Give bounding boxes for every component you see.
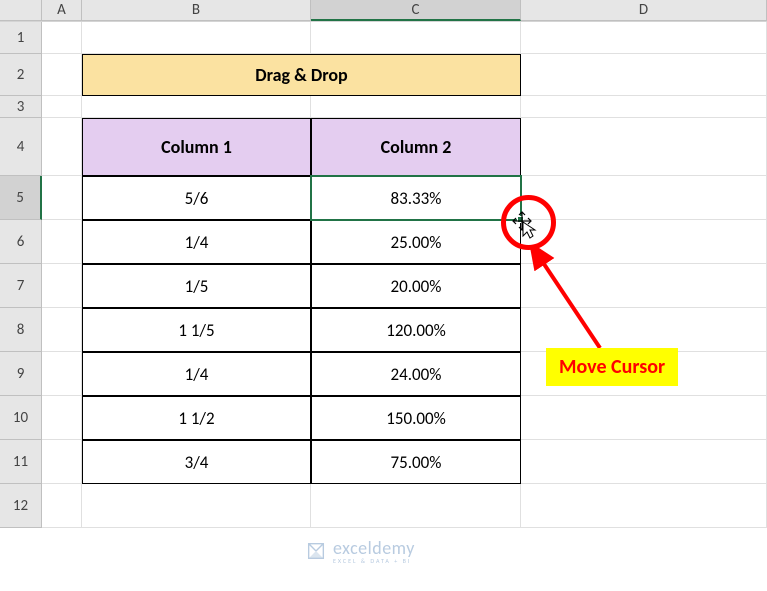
cell-D7[interactable] <box>521 264 767 308</box>
row-header-8[interactable]: 8 <box>0 308 42 352</box>
row-header-9[interactable]: 9 <box>0 352 42 396</box>
cell-D1[interactable] <box>521 22 767 54</box>
cell-D9[interactable] <box>521 352 767 396</box>
row-header-11[interactable]: 11 <box>0 440 42 484</box>
col-header-D[interactable]: D <box>521 0 767 21</box>
cell-B5[interactable]: 5/6 <box>82 176 311 220</box>
cell-A1[interactable] <box>42 22 82 54</box>
select-all-corner[interactable] <box>0 0 42 21</box>
cell-B1[interactable] <box>82 22 311 54</box>
row-header-2[interactable]: 2 <box>0 54 42 96</box>
cell-B12[interactable] <box>82 484 311 528</box>
fill-handle[interactable] <box>517 216 524 223</box>
cell-A12[interactable] <box>42 484 82 528</box>
cell-D6[interactable] <box>521 220 767 264</box>
cell-B6[interactable]: 1/4 <box>82 220 311 264</box>
row-header-6[interactable]: 6 <box>0 220 42 264</box>
cell-A4[interactable] <box>42 118 82 176</box>
col-header-A[interactable]: A <box>42 0 82 21</box>
row-header-12[interactable]: 12 <box>0 484 42 528</box>
cell-C1[interactable] <box>311 22 521 54</box>
cell-D11[interactable] <box>521 440 767 484</box>
row-header-10[interactable]: 10 <box>0 396 42 440</box>
cell-D5[interactable] <box>521 176 767 220</box>
cell-D2[interactable] <box>521 54 767 96</box>
spreadsheet-grid: A B C D 1 2 Drag & Drop 3 <box>0 0 767 591</box>
col-header-C[interactable]: C <box>311 0 521 21</box>
cell-A10[interactable] <box>42 396 82 440</box>
cell-C3[interactable] <box>311 96 521 118</box>
cell-A8[interactable] <box>42 308 82 352</box>
row-header-5[interactable]: 5 <box>0 176 42 220</box>
row-header-1[interactable]: 1 <box>0 22 42 54</box>
cell-D10[interactable] <box>521 396 767 440</box>
cell-D4[interactable] <box>521 118 767 176</box>
cell-C7[interactable]: 20.00% <box>311 264 521 308</box>
cell-A9[interactable] <box>42 352 82 396</box>
cell-D8[interactable] <box>521 308 767 352</box>
row-header-4[interactable]: 4 <box>0 118 42 176</box>
cell-D12[interactable] <box>521 484 767 528</box>
row-header-3[interactable]: 3 <box>0 96 42 118</box>
cell-A7[interactable] <box>42 264 82 308</box>
title-cell[interactable]: Drag & Drop <box>82 54 521 96</box>
cell-C12[interactable] <box>311 484 521 528</box>
row-header-7[interactable]: 7 <box>0 264 42 308</box>
cell-B3[interactable] <box>82 96 311 118</box>
cell-C10[interactable]: 150.00% <box>311 396 521 440</box>
cell-A2[interactable] <box>42 54 82 96</box>
cell-C8[interactable]: 120.00% <box>311 308 521 352</box>
cell-A3[interactable] <box>42 96 82 118</box>
cell-A6[interactable] <box>42 220 82 264</box>
cell-B10[interactable]: 1 1/2 <box>82 396 311 440</box>
cell-C11[interactable]: 75.00% <box>311 440 521 484</box>
cell-C9[interactable]: 24.00% <box>311 352 521 396</box>
body-rows: 1 2 Drag & Drop 3 4 Column 1 Column 2 <box>0 22 767 528</box>
cell-C5-value: 83.33% <box>391 188 442 209</box>
cell-A5[interactable] <box>42 176 82 220</box>
cell-C5[interactable]: 83.33% <box>311 176 521 220</box>
cell-B8[interactable]: 1 1/5 <box>82 308 311 352</box>
cell-B7[interactable]: 1/5 <box>82 264 311 308</box>
cell-D3[interactable] <box>521 96 767 118</box>
cell-B9[interactable]: 1/4 <box>82 352 311 396</box>
cell-A11[interactable] <box>42 440 82 484</box>
cell-B11[interactable]: 3/4 <box>82 440 311 484</box>
cell-C6[interactable]: 25.00% <box>311 220 521 264</box>
table-header-col2[interactable]: Column 2 <box>311 118 521 176</box>
column-header-row: A B C D <box>0 0 767 22</box>
table-header-col1[interactable]: Column 1 <box>82 118 311 176</box>
col-header-B[interactable]: B <box>82 0 311 21</box>
